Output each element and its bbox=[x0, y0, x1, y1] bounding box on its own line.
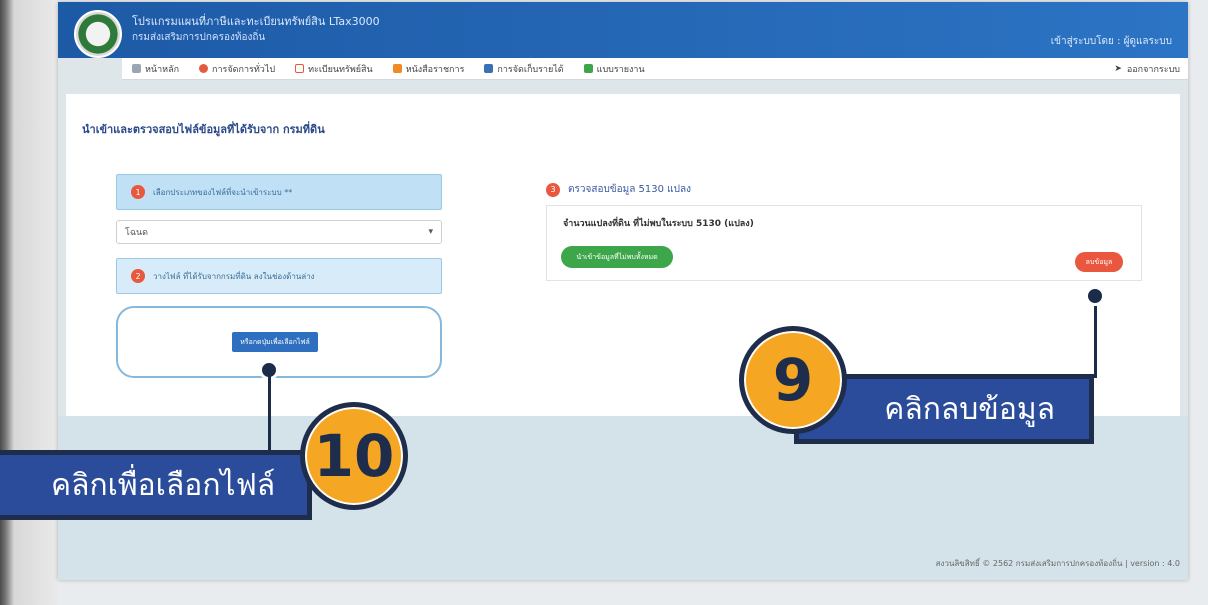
nav-general-management[interactable]: การจัดการทั่วไป bbox=[189, 62, 285, 76]
gear-icon bbox=[199, 64, 209, 73]
book-icon bbox=[295, 64, 305, 73]
step-number: 1 bbox=[131, 185, 145, 199]
callout-9-badge: 9 bbox=[739, 326, 847, 434]
home-icon bbox=[132, 64, 141, 73]
callout-9-line bbox=[1094, 296, 1097, 378]
callout-9-text: คลิกลบข้อมูล bbox=[884, 391, 1055, 427]
ledger-icon bbox=[484, 64, 494, 73]
step-2-text: วางไฟล์ ที่ได้รับจากกรมที่ดิน ลงในช่องด้… bbox=[153, 271, 315, 281]
result-card: จำนวนแปลงที่ดิน ที่ไม่พบในระบบ 5130 (แปล… bbox=[546, 205, 1142, 281]
nav-label: แบบรายงาน bbox=[596, 64, 645, 75]
report-icon bbox=[583, 64, 593, 73]
page-title: นำเข้าและตรวจสอบไฟล์ข้อมูลที่ได้รับจาก ก… bbox=[82, 123, 325, 136]
content-panel: นำเข้าและตรวจสอบไฟล์ข้อมูลที่ได้รับจาก ก… bbox=[66, 94, 1180, 416]
main-nav: หน้าหลัก การจัดการทั่วไป ทะเบียนทรัพย์สิ… bbox=[122, 58, 1188, 80]
import-all-button[interactable]: นำเข้าข้อมูลที่ไม่พบทั้งหมด bbox=[561, 246, 673, 268]
callout-9-dot bbox=[1085, 286, 1105, 306]
callout-10-text: คลิกเพื่อเลือกไฟล์ bbox=[51, 467, 276, 503]
nav-label: หน้าหลัก bbox=[145, 64, 180, 75]
step-1-box: 1 เลือกประเภทของไฟล์ที่จะนำเข้าระบบ ** bbox=[116, 174, 442, 210]
document-icon bbox=[392, 64, 402, 73]
callout-10-line bbox=[268, 372, 271, 452]
emblem-logo bbox=[74, 10, 122, 58]
step-3-text: ตรวจสอบข้อมูล 5130 แปลง bbox=[568, 184, 691, 195]
app-header: โปรแกรมแผนที่ภาษีและทะเบียนทรัพย์สิน LTa… bbox=[58, 2, 1188, 58]
chevron-down-icon: ▾ bbox=[428, 227, 433, 237]
upload-column: 1 เลือกประเภทของไฟล์ที่จะนำเข้าระบบ ** โ… bbox=[116, 174, 442, 378]
logout-link[interactable]: ➤ ออกจากระบบ bbox=[1114, 62, 1188, 76]
nav-official-letters[interactable]: หนังสือราชการ bbox=[383, 62, 475, 76]
nav-label: การจัดเก็บรายได้ bbox=[497, 64, 564, 75]
nav-label: ทะเบียนทรัพย์สิน bbox=[308, 64, 373, 75]
file-drop-zone[interactable]: หรือกดปุ่มเพื่อเลือกไฟล์ bbox=[116, 306, 442, 378]
nav-property-registry[interactable]: ทะเบียนทรัพย์สิน bbox=[285, 62, 383, 76]
step-number: 2 bbox=[131, 269, 145, 283]
choose-file-button[interactable]: หรือกดปุ่มเพื่อเลือกไฟล์ bbox=[232, 332, 318, 352]
app-title: โปรแกรมแผนที่ภาษีและทะเบียนทรัพย์สิน LTa… bbox=[132, 15, 380, 28]
logged-in-user[interactable]: เข้าสู่ระบบโดย : ผู้ดูแลระบบ bbox=[1051, 34, 1172, 49]
selected-file-type: โฉนด bbox=[125, 228, 148, 238]
nav-reports[interactable]: แบบรายงาน bbox=[574, 62, 655, 76]
nav-home[interactable]: หน้าหลัก bbox=[122, 62, 189, 76]
verify-column: 3 ตรวจสอบข้อมูล 5130 แปลง จำนวนแปลงที่ดิ… bbox=[546, 182, 1142, 281]
callout-10-badge: 10 bbox=[300, 402, 408, 510]
callout-10-label: คลิกเพื่อเลือกไฟล์ bbox=[0, 450, 312, 520]
file-type-select[interactable]: โฉนด ▾ bbox=[116, 220, 442, 244]
missing-parcels-count: จำนวนแปลงที่ดิน ที่ไม่พบในระบบ 5130 (แปล… bbox=[563, 219, 754, 229]
app-subtitle: กรมส่งเสริมการปกครองท้องถิ่น bbox=[132, 32, 266, 43]
step-3-heading: 3 ตรวจสอบข้อมูล 5130 แปลง bbox=[546, 182, 1142, 197]
delete-data-button[interactable]: ลบข้อมูล bbox=[1075, 252, 1123, 272]
logout-icon: ➤ bbox=[1114, 63, 1122, 74]
step-1-text: เลือกประเภทของไฟล์ที่จะนำเข้าระบบ ** bbox=[153, 187, 293, 197]
step-2-box: 2 วางไฟล์ ที่ได้รับจากกรมที่ดิน ลงในช่อง… bbox=[116, 258, 442, 294]
step-number: 3 bbox=[546, 182, 560, 197]
nav-label: การจัดการทั่วไป bbox=[212, 64, 276, 75]
nav-label: หนังสือราชการ bbox=[405, 64, 465, 75]
footer-copyright: สงวนลิขสิทธิ์ © 2562 กรมส่งเสริมการปกครอ… bbox=[935, 559, 1180, 568]
logout-label: ออกจากระบบ bbox=[1126, 64, 1180, 75]
nav-revenue-collection[interactable]: การจัดเก็บรายได้ bbox=[474, 62, 573, 76]
